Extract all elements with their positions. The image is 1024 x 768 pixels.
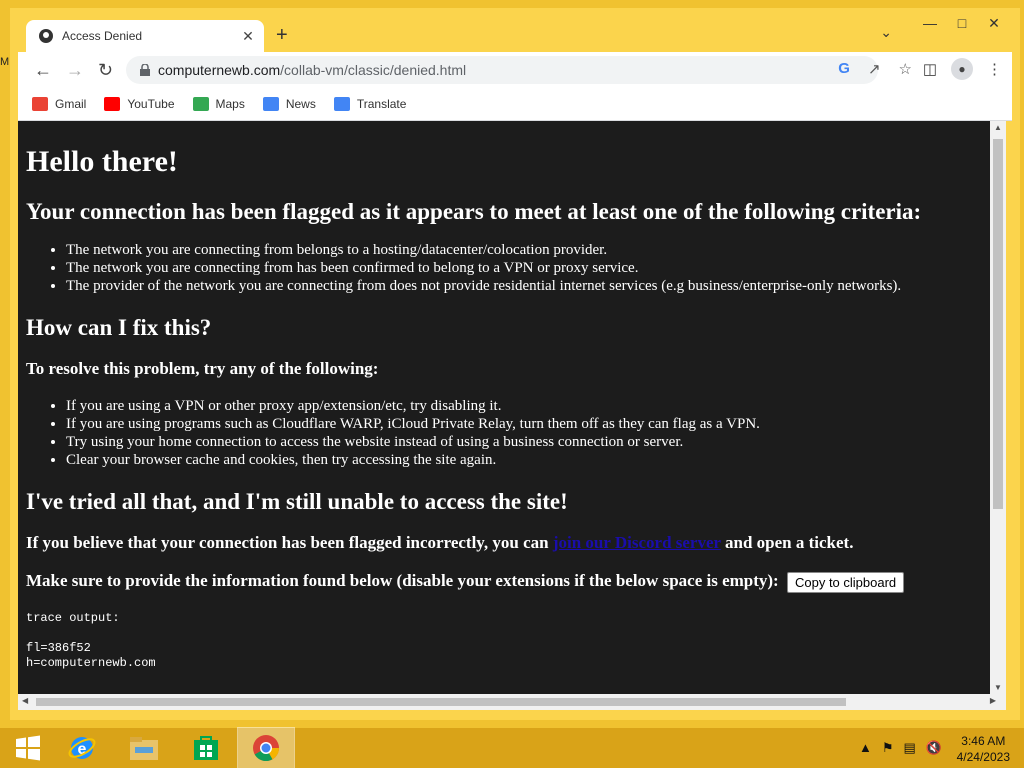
reload-icon[interactable]: ↻ <box>98 60 113 81</box>
share-icon[interactable]: ↗ <box>868 60 881 78</box>
chrome-icon <box>253 735 280 762</box>
bookmark-news[interactable]: News <box>262 97 316 111</box>
windows-logo-icon <box>16 735 40 761</box>
bookmark-maps[interactable]: Maps <box>192 97 245 111</box>
bookmark-label: Gmail <box>55 97 87 111</box>
provide-text-row: Make sure to provide the information fou… <box>26 571 982 593</box>
store-icon <box>194 736 218 760</box>
provide-text: Make sure to provide the information fou… <box>26 571 779 590</box>
browser-window: — □ ✕ Access Denied ✕ + ⌄ ← → ↻ computer… <box>10 8 1020 720</box>
page-heading: Hello there! <box>26 145 178 178</box>
file-explorer-icon <box>130 737 158 760</box>
tab-title: Access Denied <box>62 29 143 43</box>
incorrect-text: If you believe that your connection has … <box>26 533 982 553</box>
scroll-right-icon[interactable]: ▶ <box>990 696 996 705</box>
horizontal-scrollbar[interactable]: ◀ ▶ <box>18 694 1006 710</box>
clock-date: 4/24/2023 <box>956 750 1010 764</box>
trace-line: h=computernewb.com <box>26 655 156 670</box>
action-center-flag-icon[interactable]: ⚑ <box>882 740 894 756</box>
taskbar-explorer[interactable] <box>116 728 172 768</box>
window-controls: — □ ✕ <box>914 12 1010 34</box>
criteria-list: The network you are connecting from belo… <box>26 241 982 295</box>
discord-link[interactable]: join our Discord server <box>553 533 721 552</box>
page-content: Hello there! Your connection has been fl… <box>18 145 990 671</box>
list-item: If you are using programs such as Cloudf… <box>66 415 982 433</box>
fix-heading: How can I fix this? <box>26 315 212 340</box>
list-item: The provider of the network you are conn… <box>66 277 982 295</box>
menu-kebab-icon[interactable]: ⋮ <box>987 60 1002 78</box>
horizontal-scroll-thumb[interactable] <box>36 698 846 706</box>
bookmark-translate[interactable]: Translate <box>333 97 407 111</box>
news-icon <box>262 97 279 111</box>
browser-tab[interactable]: Access Denied ✕ <box>26 20 264 52</box>
taskbar-ie[interactable]: e <box>54 728 110 768</box>
list-item: If you are using a VPN or other proxy ap… <box>66 397 982 415</box>
vertical-scroll-thumb[interactable] <box>993 139 1003 509</box>
profile-avatar-icon[interactable]: ● <box>951 58 973 80</box>
url-host: computernewb.com <box>158 62 281 78</box>
tray-expand-icon[interactable]: ▲ <box>859 740 872 756</box>
trace-label: trace output: <box>26 610 120 625</box>
system-tray: ▲ ⚑ ▤ 🔇 <box>859 740 942 756</box>
list-item: Clear your browser cache and cookies, th… <box>66 451 982 469</box>
taskbar-clock[interactable]: 3:46 AM 4/24/2023 <box>957 733 1010 765</box>
taskbar-store[interactable] <box>178 728 234 768</box>
list-item: The network you are connecting from belo… <box>66 241 982 259</box>
tab-search-icon[interactable]: ⌄ <box>880 24 892 41</box>
tab-close-icon[interactable]: ✕ <box>238 28 258 45</box>
bookmark-label: Maps <box>215 97 245 111</box>
vertical-scrollbar[interactable]: ▲ ▼ <box>990 121 1006 694</box>
copy-to-clipboard-button[interactable]: Copy to clipboard <box>786 571 905 593</box>
toolbar-right: ◫ ● ⋮ <box>923 58 1002 80</box>
bookmark-label: YouTube <box>127 97 175 111</box>
google-lens-icon[interactable]: G <box>838 60 850 78</box>
resolve-text: To resolve this problem, try any of the … <box>26 359 379 378</box>
tried-heading: I've tried all that, and I'm still unabl… <box>26 489 568 514</box>
url-path: /collab-vm/classic/denied.html <box>280 62 467 78</box>
volume-muted-icon[interactable]: 🔇 <box>926 740 942 756</box>
lock-icon <box>140 64 150 76</box>
bookmark-gmail[interactable]: Gmail <box>32 97 86 111</box>
bookmarks-bar: Gmail YouTube Maps News Translate <box>18 88 1012 121</box>
minimize-icon[interactable]: — <box>914 12 946 34</box>
bookmark-label: Translate <box>356 97 407 111</box>
list-item: The network you are connecting from has … <box>66 259 982 277</box>
gmail-icon <box>32 97 48 111</box>
new-tab-icon[interactable]: + <box>276 24 288 47</box>
address-bar[interactable]: computernewb.com /collab-vm/classic/deni… <box>126 56 878 84</box>
maximize-icon[interactable]: □ <box>946 12 978 34</box>
page-favicon-icon <box>39 29 53 43</box>
start-button[interactable] <box>0 728 56 768</box>
flag-heading: Your connection has been flagged as it a… <box>26 199 922 224</box>
scroll-left-icon[interactable]: ◀ <box>22 696 28 705</box>
scroll-down-icon[interactable]: ▼ <box>990 683 1006 692</box>
clock-time: 3:46 AM <box>961 734 1006 748</box>
scroll-up-icon[interactable]: ▲ <box>990 123 1006 132</box>
translate-icon <box>333 97 350 111</box>
bookmark-youtube[interactable]: YouTube <box>104 97 175 111</box>
incorrect-post: and open a ticket. <box>720 533 854 552</box>
bookmark-star-icon[interactable]: ☆ <box>899 60 912 78</box>
youtube-icon <box>104 97 121 111</box>
maps-icon <box>192 97 209 111</box>
network-icon[interactable]: ▤ <box>904 740 916 756</box>
side-panel-icon[interactable]: ◫ <box>923 60 937 78</box>
omnibox-actions: G ↗ ☆ <box>838 60 912 78</box>
incorrect-pre: If you believe that your connection has … <box>26 533 553 552</box>
page-viewport: Hello there! Your connection has been fl… <box>18 121 990 694</box>
bookmark-label: News <box>285 97 316 111</box>
internet-explorer-icon: e <box>68 737 96 759</box>
trace-line: fl=386f52 <box>26 640 91 655</box>
list-item: Try using your home connection to access… <box>66 433 982 451</box>
fixes-list: If you are using a VPN or other proxy ap… <box>26 397 982 469</box>
back-icon[interactable]: ← <box>34 60 52 81</box>
taskbar-chrome[interactable] <box>237 727 295 768</box>
trace-output[interactable]: trace output: fl=386f52 h=computernewb.c… <box>26 611 982 671</box>
forward-icon[interactable]: → <box>66 60 84 81</box>
browser-toolbar: ← → ↻ computernewb.com /collab-vm/classi… <box>18 52 1012 88</box>
close-window-icon[interactable]: ✕ <box>978 12 1010 34</box>
taskbar: e ▲ ⚑ ▤ 🔇 3:46 AM 4/24/2023 <box>0 727 1024 768</box>
